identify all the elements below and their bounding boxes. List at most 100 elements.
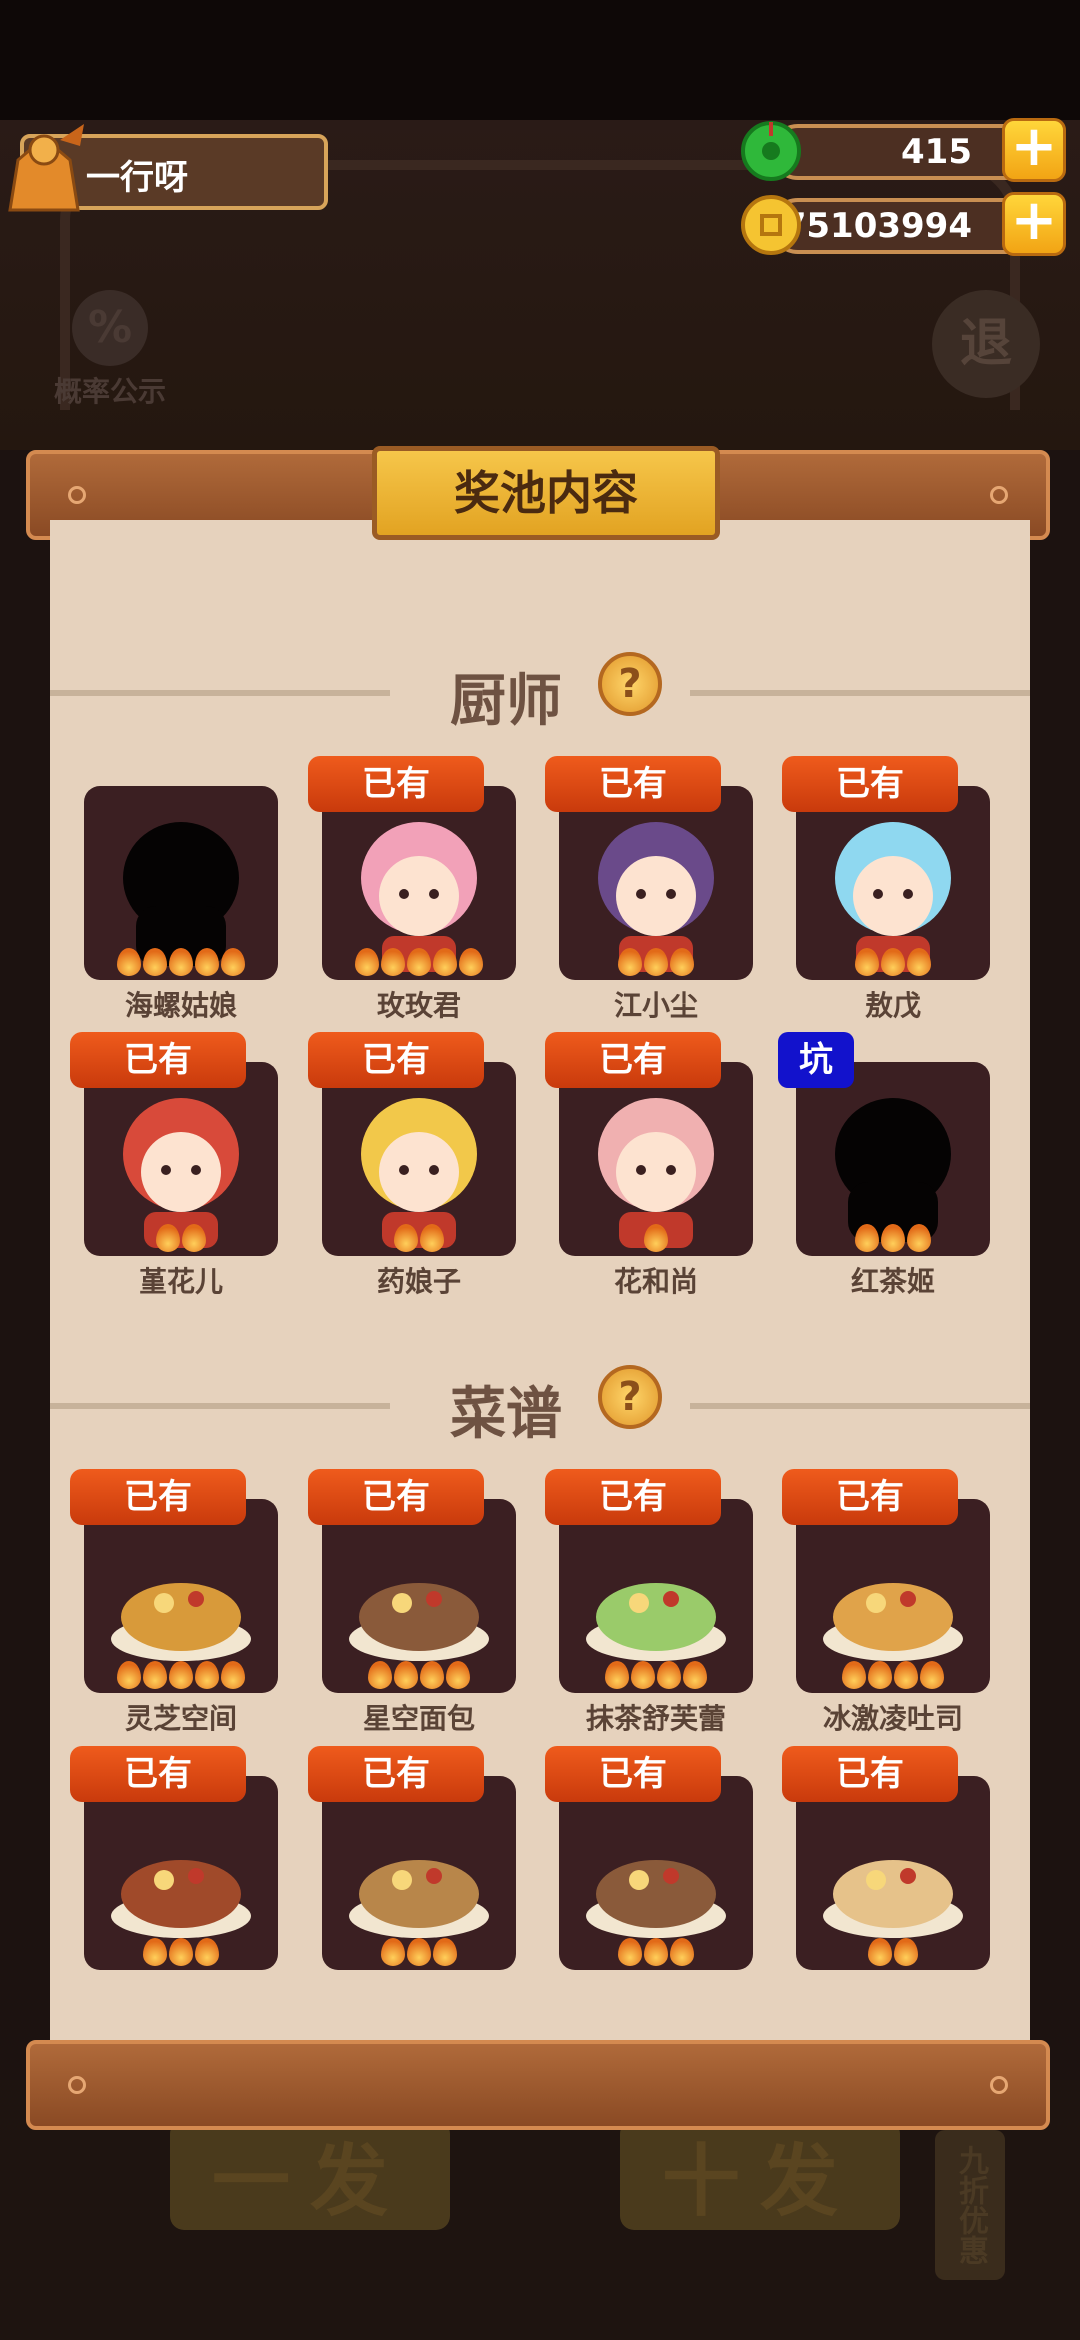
flame-icon bbox=[433, 1938, 457, 1966]
flame-icon bbox=[670, 1938, 694, 1966]
owned-badge: 已有 bbox=[545, 1032, 721, 1088]
coin-icon bbox=[741, 195, 801, 255]
chef-name: 药娘子 bbox=[376, 1265, 461, 1298]
exit-button: 退 bbox=[932, 290, 1040, 398]
flame-icon bbox=[420, 1224, 444, 1252]
flame-icon bbox=[381, 948, 405, 976]
divider bbox=[690, 690, 1030, 696]
rarity-flames bbox=[559, 1224, 753, 1252]
flame-icon bbox=[644, 1938, 668, 1966]
rarity-flames bbox=[84, 1938, 278, 1966]
rarity-flames bbox=[322, 948, 516, 976]
rarity-flames bbox=[84, 1224, 278, 1252]
chef-name: 堇花儿 bbox=[138, 1265, 223, 1298]
flame-icon bbox=[143, 948, 167, 976]
rarity-flames bbox=[559, 948, 753, 976]
divider bbox=[50, 1403, 390, 1409]
flame-icon bbox=[881, 948, 905, 976]
rarity-flames bbox=[796, 1224, 990, 1252]
flame-icon bbox=[195, 948, 219, 976]
owned-badge: 已有 bbox=[782, 1469, 958, 1525]
flame-icon bbox=[894, 1938, 918, 1966]
dialog-bottom-bar[interactable] bbox=[26, 2040, 1050, 2130]
rarity-flames bbox=[84, 1661, 278, 1689]
dialog-title: 奖池内容 bbox=[372, 446, 720, 540]
flame-icon bbox=[117, 948, 141, 976]
add-coin-button[interactable]: + bbox=[1002, 192, 1066, 256]
discount-tag: 九折优惠 bbox=[935, 2130, 1005, 2280]
top-dark-area bbox=[0, 0, 1080, 120]
owned-badge: 已有 bbox=[70, 1746, 246, 1802]
recipe-card-frame bbox=[559, 1776, 753, 1970]
chef-card-frame bbox=[322, 1062, 516, 1256]
recipe-help-button[interactable]: ? bbox=[598, 1365, 662, 1429]
flame-icon bbox=[881, 1224, 905, 1252]
percent-icon: % bbox=[72, 290, 148, 366]
flame-icon bbox=[117, 1661, 141, 1689]
flame-icon bbox=[169, 948, 193, 976]
chef-section-title: 厨师 bbox=[450, 669, 562, 734]
divider bbox=[50, 690, 390, 696]
flame-icon bbox=[855, 948, 879, 976]
chef-section-header: 厨师 ? bbox=[50, 652, 1030, 734]
flame-icon bbox=[670, 948, 694, 976]
flame-icon bbox=[920, 1661, 944, 1689]
probability-button: % 概率公示 bbox=[40, 290, 180, 410]
bar-rivet bbox=[990, 486, 1008, 504]
flame-icon bbox=[907, 1224, 931, 1252]
chef-card-frame bbox=[796, 786, 990, 980]
chef-name: 玫玫君 bbox=[376, 989, 461, 1022]
jade-icon bbox=[741, 121, 801, 181]
recipe-card-frame bbox=[559, 1499, 753, 1693]
player-avatar-icon[interactable] bbox=[0, 120, 88, 216]
flame-icon bbox=[182, 1224, 206, 1252]
recipe-card-frame bbox=[322, 1499, 516, 1693]
flame-icon bbox=[420, 1661, 444, 1689]
flame-icon bbox=[868, 1938, 892, 1966]
flame-icon bbox=[407, 948, 431, 976]
flame-icon bbox=[644, 1224, 668, 1252]
chef-card-frame bbox=[84, 1062, 278, 1256]
flame-icon bbox=[894, 1661, 918, 1689]
recipe-card-frame bbox=[84, 1776, 278, 1970]
chef-help-button[interactable]: ? bbox=[598, 652, 662, 716]
flame-icon bbox=[195, 1938, 219, 1966]
flame-icon bbox=[605, 1661, 629, 1689]
flame-icon bbox=[433, 948, 457, 976]
flame-icon bbox=[156, 1224, 180, 1252]
bar-rivet bbox=[68, 2076, 86, 2094]
pool-content-panel[interactable]: 厨师 ? 海螺姑娘 已有 玫玫君 已有 江小尘 已有 敖戊 已有 堇花儿 已有 药娘子 已有 花和尚坑红… bbox=[50, 520, 1030, 2040]
recipe-name: 星空面包 bbox=[362, 1702, 475, 1735]
flame-icon bbox=[907, 948, 931, 976]
flame-icon bbox=[355, 948, 379, 976]
pit-badge: 坑 bbox=[778, 1032, 854, 1088]
owned-badge: 已有 bbox=[308, 1469, 484, 1525]
rarity-flames bbox=[84, 948, 278, 976]
divider bbox=[690, 1403, 1030, 1409]
rarity-flames bbox=[796, 1938, 990, 1966]
recipe-card-frame bbox=[84, 1499, 278, 1693]
flame-icon bbox=[644, 948, 668, 976]
owned-badge: 已有 bbox=[545, 1746, 721, 1802]
owned-badge: 已有 bbox=[308, 756, 484, 812]
flame-icon bbox=[459, 948, 483, 976]
flame-icon bbox=[394, 1661, 418, 1689]
owned-badge: 已有 bbox=[782, 1746, 958, 1802]
ten-draw-button: 十发 bbox=[620, 2120, 900, 2230]
flame-icon bbox=[618, 1938, 642, 1966]
single-draw-button: 一发 bbox=[170, 2120, 450, 2230]
chef-name: 敖戊 bbox=[864, 989, 921, 1022]
flame-icon bbox=[368, 1661, 392, 1689]
flame-icon bbox=[657, 1661, 681, 1689]
chef-name: 海螺姑娘 bbox=[124, 989, 237, 1022]
flame-icon bbox=[868, 1661, 892, 1689]
flame-icon bbox=[221, 948, 245, 976]
recipe-section-header: 菜谱 ? bbox=[50, 1365, 1030, 1447]
recipe-card-frame bbox=[796, 1776, 990, 1970]
flame-icon bbox=[381, 1938, 405, 1966]
rarity-flames bbox=[559, 1661, 753, 1689]
rarity-flames bbox=[796, 1661, 990, 1689]
add-jade-button[interactable]: + bbox=[1002, 118, 1066, 182]
flame-icon bbox=[394, 1224, 418, 1252]
probability-label: 概率公示 bbox=[53, 375, 166, 408]
